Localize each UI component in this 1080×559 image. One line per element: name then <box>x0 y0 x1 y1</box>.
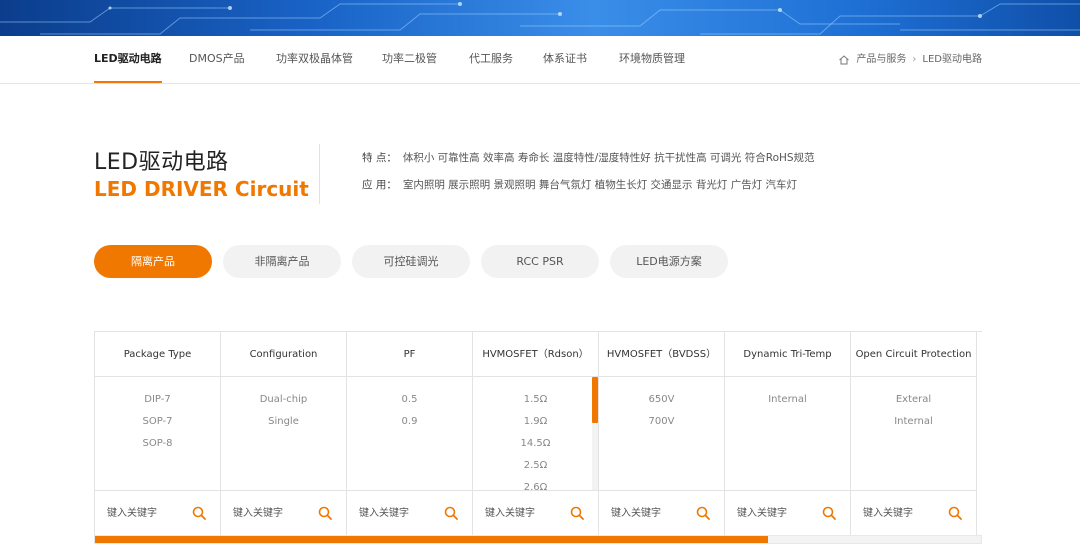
search-icon[interactable] <box>318 506 332 520</box>
column-package-type: Package Type DIP-7 SOP-7 SOP-8 <box>95 332 221 536</box>
horizontal-scrollbar-thumb[interactable] <box>95 536 768 543</box>
column-values: Exteral Internal <box>851 377 976 491</box>
divider <box>319 144 320 204</box>
nav-item-foundry-service[interactable]: 代工服务 <box>469 36 513 83</box>
filter-value[interactable]: 0.5 <box>347 389 472 411</box>
applications-line: 应 用： 室内照明 展示照明 景观照明 舞台气氛灯 植物生长灯 交通显示 背光灯 … <box>362 177 797 192</box>
applications-text: 室内照明 展示照明 景观照明 舞台气氛灯 植物生长灯 交通显示 背光灯 广告灯 … <box>402 179 798 191</box>
tab-non-isolated[interactable]: 非隔离产品 <box>223 245 341 278</box>
tab-triac-dimming[interactable]: 可控硅调光 <box>352 245 470 278</box>
tab-isolated[interactable]: 隔离产品 <box>94 245 212 278</box>
main-nav: LED驱动电路 DMOS产品 功率双极晶体管 功率二极管 代工服务 体系证书 环… <box>0 36 1080 84</box>
filter-value[interactable]: 2.6Ω <box>473 477 598 490</box>
vertical-scrollbar-thumb[interactable] <box>592 377 598 423</box>
home-icon[interactable] <box>838 54 850 66</box>
filter-value[interactable]: 14.5Ω <box>473 433 598 455</box>
filter-value[interactable]: Dual-chip <box>221 389 346 411</box>
column-search <box>347 491 473 535</box>
filter-value[interactable]: DIP-7 <box>95 389 220 411</box>
column-header: HVMOSFET（BVDSS） <box>599 332 724 377</box>
applications-label: 应 用： <box>362 179 397 191</box>
column-search <box>725 491 851 535</box>
features-line: 特 点： 体积小 可靠性高 效率高 寿命长 温度特性/湿度特性好 抗干扰性高 可调… <box>362 150 815 165</box>
filter-value[interactable]: SOP-8 <box>95 433 220 455</box>
filter-value[interactable]: 700V <box>599 411 724 433</box>
column-rdson: HVMOSFET（Rdson） 1.5Ω 1.9Ω 14.5Ω 2.5Ω 2.6Ω <box>473 332 599 536</box>
column-header: Open Circuit Protection <box>851 332 976 377</box>
column-values: 1.5Ω 1.9Ω 14.5Ω 2.5Ω 2.6Ω <box>473 377 598 491</box>
features-text: 体积小 可靠性高 效率高 寿命长 温度特性/湿度特性好 抗干扰性高 可调光 符合… <box>402 152 815 164</box>
column-configuration: Configuration Dual-chip Single <box>221 332 347 536</box>
nav-item-certificates[interactable]: 体系证书 <box>543 36 587 83</box>
column-header: PF <box>347 332 472 377</box>
filter-value[interactable]: 650V <box>599 389 724 411</box>
column-header: HVMOSFET（Rdson） <box>473 332 598 377</box>
search-icon[interactable] <box>822 506 836 520</box>
column-values: Internal <box>725 377 850 491</box>
vertical-scrollbar[interactable] <box>592 377 598 490</box>
column-tri-temp: Dynamic Tri-Temp Internal <box>725 332 851 536</box>
column-pf: PF 0.5 0.9 <box>347 332 473 536</box>
chevron-right-icon: › <box>912 53 917 65</box>
filter-value[interactable]: Internal <box>725 389 850 411</box>
column-search <box>473 491 599 535</box>
search-icon[interactable] <box>696 506 710 520</box>
nav-item-environment[interactable]: 环境物质管理 <box>619 36 685 83</box>
filter-value[interactable]: SOP-7 <box>95 411 220 433</box>
filter-value[interactable]: 2.5Ω <box>473 455 598 477</box>
page-subtitle: LED DRIVER Circuit <box>94 177 309 201</box>
filter-value[interactable]: 1.5Ω <box>473 389 598 411</box>
nav-item-power-diode[interactable]: 功率二极管 <box>382 36 437 83</box>
nav-item-bipolar-transistor[interactable]: 功率双极晶体管 <box>276 36 353 83</box>
search-icon[interactable] <box>444 506 458 520</box>
filter-value[interactable]: Exteral <box>851 389 976 411</box>
column-header: Package Type <box>95 332 220 377</box>
filter-table: Package TypeDIP-7SOP-7SOP-8Configuration… <box>94 331 982 537</box>
column-header: Dynamic Tri-Temp <box>725 332 850 377</box>
column-bvdss: HVMOSFET（BVDSS） 650V 700V <box>599 332 725 536</box>
filter-value[interactable]: 1.9Ω <box>473 411 598 433</box>
column-search <box>599 491 725 535</box>
breadcrumb: 产品与服务 › LED驱动电路 <box>838 36 982 83</box>
page-title: LED驱动电路 <box>94 150 229 175</box>
column-values: 650V 700V <box>599 377 724 491</box>
search-icon[interactable] <box>192 506 206 520</box>
breadcrumb-products[interactable]: 产品与服务 <box>856 37 906 83</box>
features-label: 特 点： <box>362 152 397 164</box>
column-search <box>221 491 347 535</box>
nav-item-led-driver[interactable]: LED驱动电路 <box>94 36 162 83</box>
column-values: 0.5 0.9 <box>347 377 472 491</box>
header-banner <box>0 0 1080 36</box>
tab-rcc-psr[interactable]: RCC PSR <box>481 245 599 278</box>
search-icon[interactable] <box>570 506 584 520</box>
column-header: Configuration <box>221 332 346 377</box>
column-values: DIP-7 SOP-7 SOP-8 <box>95 377 220 491</box>
column-search <box>95 491 221 535</box>
nav-item-dmos[interactable]: DMOS产品 <box>189 36 245 83</box>
filter-value[interactable]: Internal <box>851 411 976 433</box>
column-values: Dual-chip Single <box>221 377 346 491</box>
filter-value[interactable]: 0.9 <box>347 411 472 433</box>
search-icon[interactable] <box>948 506 962 520</box>
column-search <box>851 491 977 535</box>
tab-led-power-solution[interactable]: LED电源方案 <box>610 245 728 278</box>
column-open-circuit-protection: Open Circuit Protection Exteral Internal <box>851 332 977 536</box>
filter-value[interactable]: Single <box>221 411 346 433</box>
horizontal-scrollbar[interactable] <box>94 535 982 544</box>
breadcrumb-current: LED驱动电路 <box>922 53 982 65</box>
